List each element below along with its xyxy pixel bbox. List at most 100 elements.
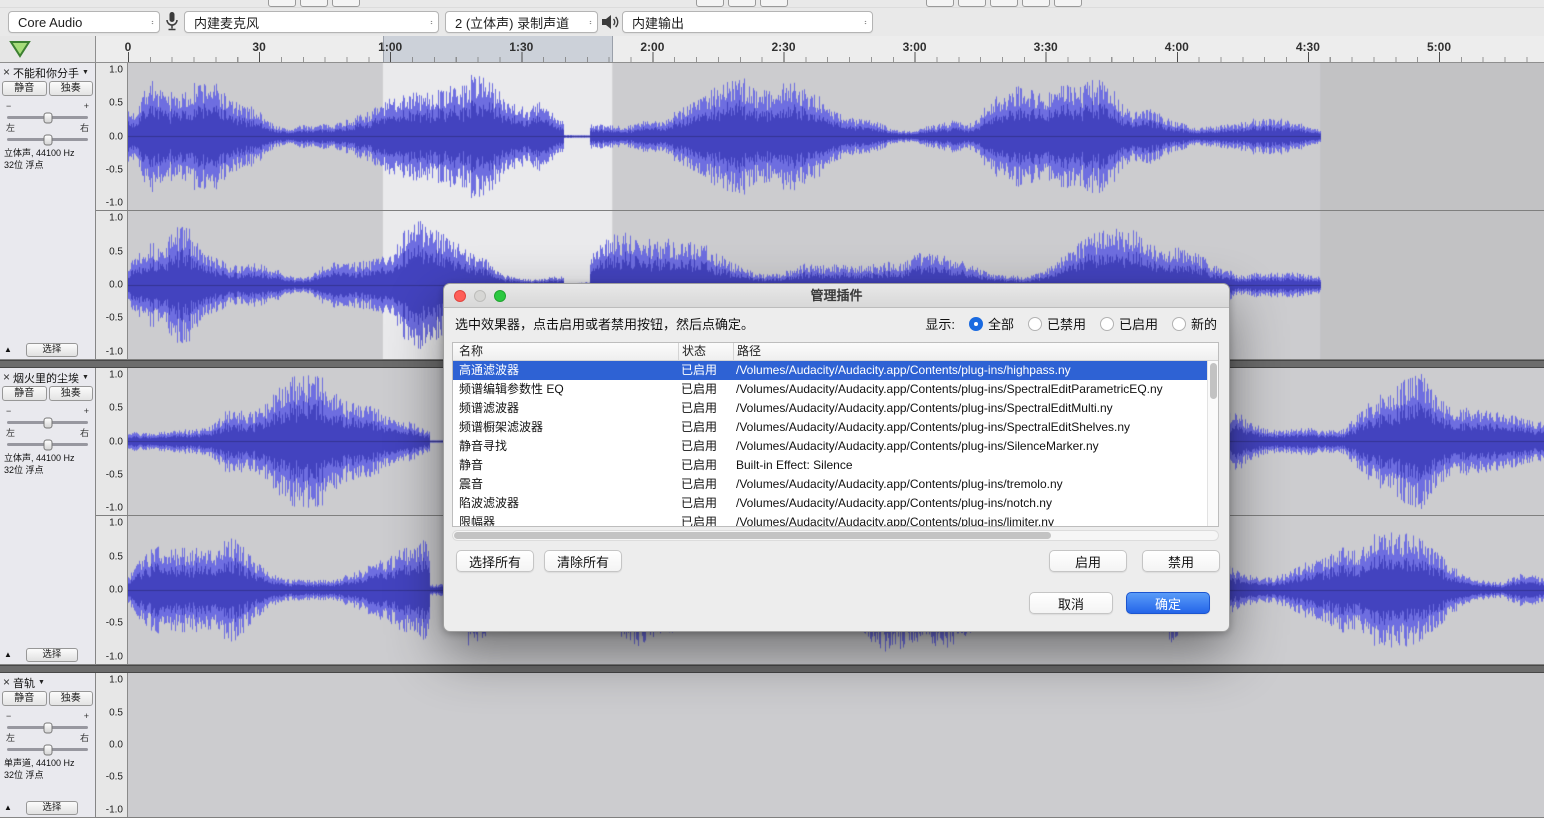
waveform[interactable] — [128, 63, 1544, 210]
recording-channels-select[interactable]: 2 (立体声) 录制声道 — [445, 11, 598, 33]
filter-radio-1[interactable]: 已禁用 — [1028, 314, 1086, 333]
plugin-row[interactable]: 陷波滤波器 已启用 /Volumes/Audacity/Audacity.app… — [453, 494, 1207, 513]
amplitude-scale-label: 0.0 — [109, 131, 123, 142]
plugin-row[interactable]: 频谱滤波器 已启用 /Volumes/Audacity/Audacity.app… — [453, 399, 1207, 418]
zoom-window-button[interactable] — [494, 290, 506, 302]
solo-button[interactable]: 独奏 — [49, 81, 94, 96]
clear-all-button[interactable]: 清除所有 — [544, 550, 622, 572]
gain-slider[interactable]: − + — [0, 711, 95, 729]
pan-slider[interactable]: 左 右 — [0, 428, 95, 446]
column-header-path[interactable]: 路径 — [733, 343, 1218, 360]
pinned-playhead-icon[interactable] — [9, 40, 31, 59]
plugin-state: 已启用 — [678, 418, 733, 437]
vertical-ruler[interactable]: 1.00.50.0-0.5-1.0 — [96, 211, 128, 359]
plugin-row[interactable]: 静音 已启用 Built-in Effect: Silence — [453, 456, 1207, 475]
track-menu-caret-icon[interactable]: ▼ — [82, 374, 89, 381]
track-control-panel: × 不能和你分手 ▼ 静音 独奏 − + 左 — [0, 63, 96, 360]
recording-device-select[interactable]: 内建麦克风 — [184, 11, 439, 33]
show-filter-group: 显示: 全部已禁用已启用新的 — [925, 314, 1217, 334]
toolbar-button-stub[interactable] — [300, 0, 328, 7]
plugin-path: Built-in Effect: Silence — [733, 456, 1207, 475]
gain-slider-thumb[interactable] — [43, 722, 52, 733]
amplitude-scale-label: -0.5 — [106, 469, 123, 480]
filter-radio-0[interactable]: 全部 — [969, 314, 1014, 333]
horizontal-scrollbar[interactable] — [452, 530, 1219, 541]
timeline-label: 3:30 — [1034, 40, 1058, 54]
toolbar-button-stub[interactable] — [696, 0, 724, 7]
toolbar-button-stub[interactable] — [958, 0, 986, 7]
plugin-state: 已启用 — [678, 361, 733, 380]
track-menu-caret-icon[interactable]: ▼ — [38, 679, 45, 686]
waveform-empty[interactable] — [128, 673, 1544, 817]
solo-button[interactable]: 独奏 — [49, 386, 94, 401]
select-track-button[interactable]: 选择 — [26, 801, 78, 815]
track-title[interactable]: 烟火里的尘埃 — [13, 370, 79, 386]
select-track-button[interactable]: 选择 — [26, 343, 78, 357]
gain-slider[interactable]: − + — [0, 101, 95, 119]
select-track-button[interactable]: 选择 — [26, 648, 78, 662]
toolbar-button-stub[interactable] — [926, 0, 954, 7]
track-separator[interactable] — [0, 665, 1544, 673]
gain-slider[interactable]: − + — [0, 406, 95, 424]
mute-button[interactable]: 静音 — [2, 81, 47, 96]
toolbar-button-stub[interactable] — [990, 0, 1018, 7]
track-close-button[interactable]: × — [3, 677, 10, 688]
gain-slider-thumb[interactable] — [43, 417, 52, 428]
vertical-ruler[interactable]: 1.00.50.0-0.5-1.0 — [96, 516, 128, 664]
vertical-scrollbar-thumb[interactable] — [1210, 363, 1217, 399]
toolbar-button-stub[interactable] — [760, 0, 788, 7]
cancel-button[interactable]: 取消 — [1029, 592, 1113, 614]
audio-host-select[interactable]: Core Audio — [8, 11, 160, 33]
toolbar-button-stub[interactable] — [1054, 0, 1082, 7]
mute-button[interactable]: 静音 — [2, 386, 47, 401]
column-header-name[interactable]: 名称 — [453, 343, 678, 360]
solo-button[interactable]: 独奏 — [49, 691, 94, 706]
plugin-row[interactable]: 高通滤波器 已启用 /Volumes/Audacity/Audacity.app… — [453, 361, 1207, 380]
playback-device-select[interactable]: 内建输出 — [622, 11, 873, 33]
plugin-row[interactable]: 静音寻找 已启用 /Volumes/Audacity/Audacity.app/… — [453, 437, 1207, 456]
track-title[interactable]: 不能和你分手 — [13, 65, 79, 81]
disable-button[interactable]: 禁用 — [1142, 550, 1220, 572]
plugin-row[interactable]: 频谱编辑参数性 EQ 已启用 /Volumes/Audacity/Audacit… — [453, 380, 1207, 399]
collapse-track-button[interactable]: ▲ — [4, 803, 12, 812]
horizontal-scrollbar-thumb[interactable] — [454, 532, 1051, 539]
timeline-ruler[interactable]: 0301:001:302:002:303:003:304:004:305:00 — [96, 36, 1544, 63]
track-menu-caret-icon[interactable]: ▼ — [82, 69, 89, 76]
vertical-ruler[interactable]: 1.00.50.0-0.5-1.0 — [96, 63, 128, 210]
collapse-track-button[interactable]: ▲ — [4, 650, 12, 659]
vertical-ruler[interactable]: 1.00.50.0-0.5-1.0 — [96, 673, 128, 817]
close-window-button[interactable] — [454, 290, 466, 302]
plugin-row[interactable]: 震音 已启用 /Volumes/Audacity/Audacity.app/Co… — [453, 475, 1207, 494]
filter-radio-2[interactable]: 已启用 — [1100, 314, 1158, 333]
toolbar-button-stub[interactable] — [1022, 0, 1050, 7]
chevrons-icon — [583, 16, 592, 29]
gain-slider-thumb[interactable] — [43, 112, 52, 123]
plugin-row[interactable]: 限幅器 已启用 /Volumes/Audacity/Audacity.app/C… — [453, 513, 1207, 526]
toolbar-button-stub[interactable] — [728, 0, 756, 7]
amplitude-scale-label: 1.0 — [109, 65, 123, 76]
amplitude-scale-label: -0.5 — [106, 772, 123, 783]
ok-button[interactable]: 确定 — [1126, 592, 1210, 614]
plugin-row[interactable]: 频谱橱架滤波器 已启用 /Volumes/Audacity/Audacity.a… — [453, 418, 1207, 437]
select-all-button[interactable]: 选择所有 — [456, 550, 534, 572]
track-title[interactable]: 音轨 — [13, 675, 35, 691]
toolbar-button-stub[interactable] — [332, 0, 360, 7]
pan-slider-thumb[interactable] — [43, 744, 52, 755]
collapse-track-button[interactable]: ▲ — [4, 345, 12, 354]
pan-slider[interactable]: 左 右 — [0, 123, 95, 141]
vertical-scrollbar[interactable] — [1207, 361, 1218, 526]
vertical-ruler[interactable]: 1.00.50.0-0.5-1.0 — [96, 368, 128, 515]
plugin-name: 频谱滤波器 — [453, 399, 678, 418]
mute-button[interactable]: 静音 — [2, 691, 47, 706]
pan-slider-thumb[interactable] — [43, 439, 52, 450]
enable-button[interactable]: 启用 — [1049, 550, 1127, 572]
pan-slider[interactable]: 左 右 — [0, 733, 95, 751]
pan-slider-thumb[interactable] — [43, 134, 52, 145]
dialog-titlebar[interactable]: 管理插件 — [444, 284, 1229, 308]
column-header-state[interactable]: 状态 — [678, 343, 733, 360]
track-close-button[interactable]: × — [3, 67, 10, 78]
track-close-button[interactable]: × — [3, 372, 10, 383]
filter-radio-3[interactable]: 新的 — [1172, 314, 1217, 333]
minimize-window-button[interactable] — [474, 290, 486, 302]
toolbar-button-stub[interactable] — [268, 0, 296, 7]
